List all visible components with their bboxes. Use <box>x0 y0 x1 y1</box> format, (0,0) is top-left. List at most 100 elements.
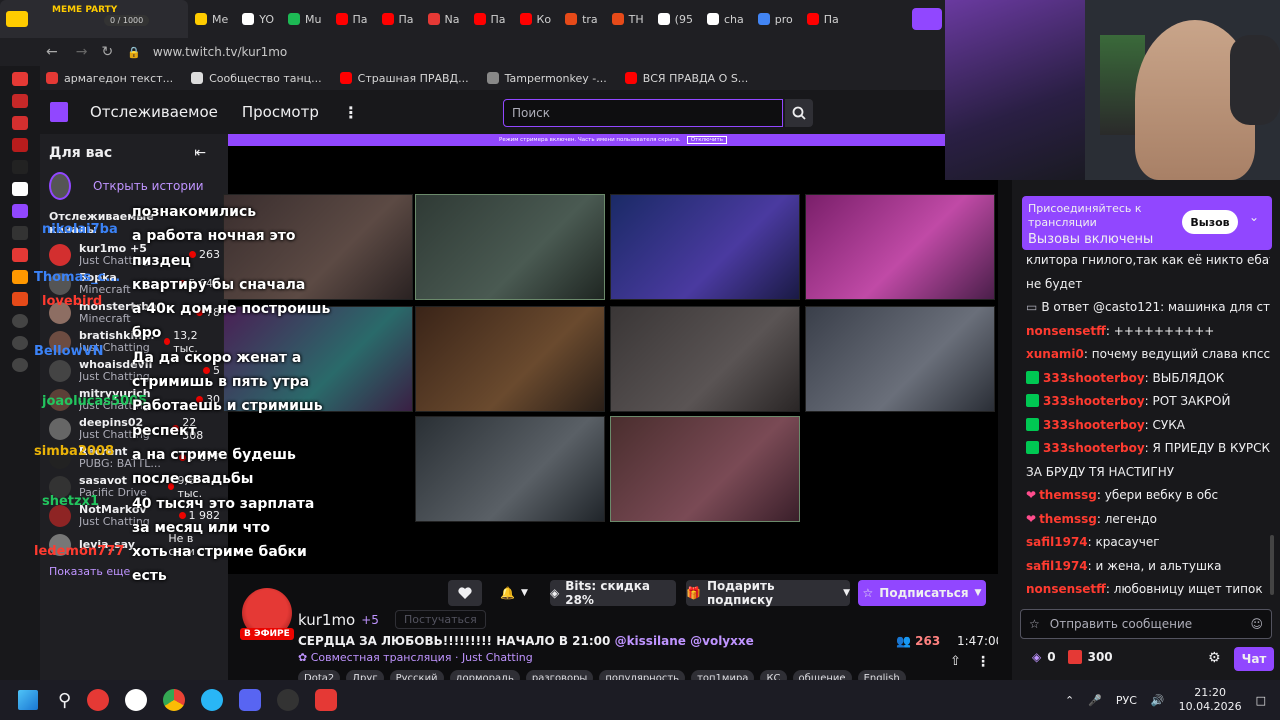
reload-icon[interactable]: ↻ <box>101 44 113 60</box>
points-area[interactable]: ◈ 0 300 <box>1032 650 1113 664</box>
chevron-up-icon[interactable]: ⌃ <box>1065 694 1074 707</box>
streamer-mode-banner: Режим стримера включен. Часть имени поль… <box>228 134 998 146</box>
bookmark-item[interactable]: армагедон текст... <box>46 72 173 85</box>
browser-tab[interactable]: cha <box>700 0 751 38</box>
sidebar-app-icon[interactable] <box>12 270 28 284</box>
history-icon[interactable] <box>12 314 28 328</box>
chat-username[interactable]: xunami0 <box>1026 347 1084 361</box>
chat-username[interactable]: 333shooterboy <box>1043 371 1145 385</box>
notification-icon[interactable]: □ <box>1256 694 1266 707</box>
collab-count[interactable]: +5 <box>361 613 379 627</box>
browser-tab[interactable]: Me <box>188 0 235 38</box>
stories-avatar[interactable] <box>49 172 71 200</box>
collapse-icon[interactable]: ⇤ <box>194 145 206 161</box>
twitch-tab[interactable] <box>912 8 942 30</box>
yandex-browser-icon[interactable] <box>125 689 148 711</box>
gift-sub-button[interactable]: 🎁 Подарить подписку ▼ <box>686 579 850 607</box>
chat-settings-icon[interactable]: ⚙ <box>1208 650 1221 666</box>
bits-icon[interactable]: ☆ <box>1029 617 1040 631</box>
speaker-icon[interactable]: 🔊 <box>1151 694 1165 707</box>
bookmark-item[interactable]: ВСЯ ПРАВДА О S... <box>624 72 748 85</box>
nav-browse[interactable]: Просмотр <box>242 103 319 121</box>
browser-tab[interactable]: Па <box>800 0 846 38</box>
emote-icon[interactable]: ☺ <box>1250 617 1263 631</box>
stream-title-mentions[interactable]: @kissilane @volyxxe <box>615 634 754 648</box>
sidebar-app-icon[interactable] <box>12 94 28 108</box>
streamer-mode-off-button[interactable]: Отключить <box>686 136 727 144</box>
discord-icon[interactable] <box>239 689 262 711</box>
clock-date[interactable]: 10.04.2026 <box>1179 700 1242 714</box>
browser-tab[interactable]: pro <box>751 0 800 38</box>
more-options-icon[interactable]: ⋮ <box>976 654 990 670</box>
sidebar-app-icon[interactable] <box>12 116 28 130</box>
sidebar-app-icon[interactable] <box>12 160 28 174</box>
browser-tab[interactable]: TH <box>605 0 651 38</box>
browser-tab[interactable]: Ко <box>513 0 559 38</box>
chat-username[interactable]: 333shooterboy <box>1043 418 1145 432</box>
knock-button[interactable]: Постучаться <box>394 610 486 629</box>
chat-username[interactable]: safil1974 <box>1026 535 1088 549</box>
bookmark-item[interactable]: Сообщество танц... <box>191 72 322 85</box>
x-icon[interactable] <box>12 226 28 240</box>
bits-discount-button[interactable]: ◈ Bits: скидка 28% <box>550 579 676 607</box>
clock-time[interactable]: 21:20 <box>1179 686 1242 700</box>
opera-icon[interactable] <box>87 689 110 711</box>
stream-info: 🔔 ▼ ◈ Bits: скидка 28% 🎁 Подарить подписку ▼… <box>228 574 1003 686</box>
browser-tab[interactable]: (95 <box>651 0 700 38</box>
settings-icon[interactable] <box>12 358 28 372</box>
browser-tab[interactable]: Па <box>467 0 513 38</box>
chat-username[interactable]: 333shooterboy <box>1043 394 1145 408</box>
browser-tab[interactable]: Па <box>329 0 375 38</box>
share-icon[interactable]: ⇧ <box>950 654 961 669</box>
url-text[interactable]: www.twitch.tv/kur1mo <box>153 45 287 59</box>
start-icon[interactable] <box>18 690 38 710</box>
forward-icon[interactable]: → <box>76 44 88 60</box>
active-tab[interactable]: MEME PARTY 0 / 1000 <box>0 0 188 38</box>
twitch-sidebar-icon[interactable] <box>12 204 28 218</box>
telegram-icon[interactable] <box>201 689 224 711</box>
twitch-logo-icon[interactable] <box>50 102 68 122</box>
browser-tab[interactable]: Па <box>375 0 421 38</box>
chrome-icon[interactable] <box>163 689 186 711</box>
channel-name[interactable]: kur1mo <box>298 611 355 629</box>
chat-username[interactable]: themssg <box>1039 488 1097 502</box>
chat-username[interactable]: themssg <box>1039 512 1097 526</box>
sidebar-app-icon[interactable] <box>12 138 28 152</box>
tiktok-icon[interactable] <box>315 689 338 711</box>
yandex-icon[interactable] <box>12 248 28 262</box>
sidebar-app-icon[interactable] <box>12 292 28 306</box>
chat-send-button[interactable]: Чат <box>1234 647 1274 671</box>
tray-lang[interactable]: РУС <box>1116 694 1137 707</box>
call-button[interactable]: Вызов <box>1182 210 1238 234</box>
chat-input[interactable]: ☆ Отправить сообщение ☺ <box>1020 609 1272 639</box>
notifications-button[interactable]: 🔔 ▼ <box>490 580 538 606</box>
search-input[interactable]: Поиск <box>503 99 783 127</box>
sidebar-app-icon[interactable] <box>12 182 28 196</box>
more-menu-icon[interactable]: ⋮ <box>343 103 359 122</box>
back-icon[interactable]: ← <box>46 44 58 60</box>
search-icon[interactable]: ⚲ <box>58 690 71 711</box>
chat-username[interactable]: nonsensetff <box>1026 582 1106 596</box>
mic-icon[interactable]: 🎤 <box>1088 694 1102 707</box>
follow-heart-button[interactable] <box>448 580 482 606</box>
video-player[interactable]: Режим стримера включен. Часть имени поль… <box>223 134 998 574</box>
chat-username[interactable]: nonsensetff <box>1026 324 1106 338</box>
chat-username[interactable]: safil1974 <box>1026 559 1088 573</box>
subscribe-button[interactable]: ☆ Подписаться ▼ <box>858 580 986 606</box>
stories-link[interactable]: Открыть истории <box>93 179 204 193</box>
browser-tab[interactable]: YO <box>235 0 281 38</box>
bookmark-item[interactable]: Tampermonkey -... <box>486 72 607 85</box>
chat-scrollbar[interactable] <box>1270 535 1274 595</box>
browser-tab[interactable]: tra <box>558 0 605 38</box>
bookmark-item[interactable]: Страшная ПРАВД... <box>339 72 469 85</box>
search-button[interactable] <box>785 99 813 127</box>
stream-category[interactable]: ✿ Совместная трансляция · Just Chatting <box>298 651 533 664</box>
app-icon[interactable] <box>277 689 300 711</box>
clock-icon[interactable] <box>12 336 28 350</box>
browser-tab[interactable]: Na <box>421 0 467 38</box>
chevron-down-icon[interactable]: ⌄ <box>1249 210 1259 224</box>
sidebar-app-icon[interactable] <box>12 72 28 86</box>
nav-following[interactable]: Отслеживаемое <box>90 103 218 121</box>
browser-tab[interactable]: Mu <box>281 0 328 38</box>
chat-username[interactable]: 333shooterboy <box>1043 441 1145 455</box>
